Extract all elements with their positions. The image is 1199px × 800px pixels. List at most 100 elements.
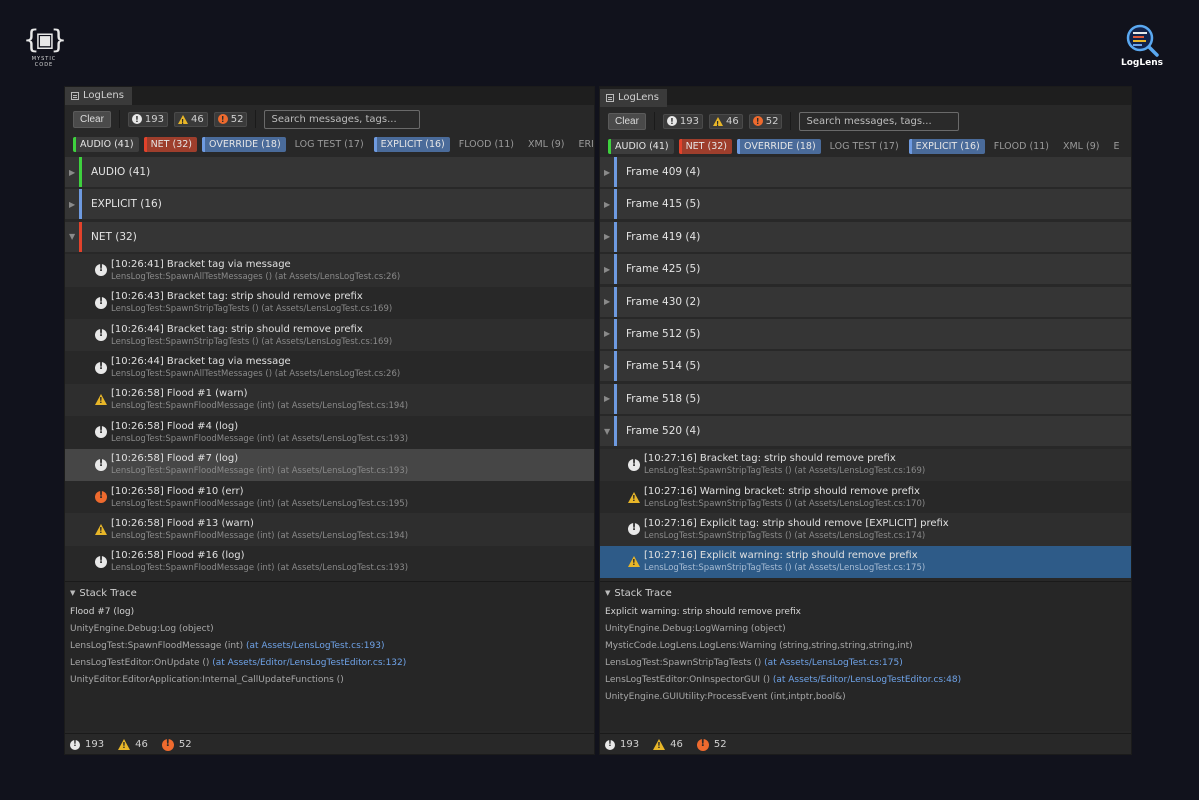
entry-icon-wrap [91, 425, 111, 439]
frame-source-link[interactable]: (at Assets/LensLogTest.cs:193) [246, 641, 385, 651]
tag-chip-xml[interactable]: XML (9) [524, 137, 569, 152]
log-entry[interactable]: [10:26:58] Flood #1 (warn)LensLogTest:Sp… [65, 383, 594, 417]
entry-message: [10:26:44] Bracket tag via message [111, 356, 291, 368]
chevron-right-icon[interactable]: ▶ [600, 265, 614, 274]
tag-chip-flood[interactable]: FLOOD (11) [455, 137, 519, 152]
entry-message: [10:26:58] Flood #16 (log) [111, 550, 245, 562]
group-header[interactable]: ▶ Frame 430 (2) [600, 286, 1131, 317]
group-header[interactable]: ▶ Frame 409 (4) [600, 157, 1131, 187]
log-entry[interactable]: [10:27:16] Explicit tag: strip should re… [600, 513, 1131, 546]
group-header[interactable]: ▶ Frame 512 (5) [600, 318, 1131, 349]
entry-text: [10:26:44] Bracket tag: strip should rem… [111, 323, 392, 348]
frame-source-link[interactable]: (at Assets/Editor/LensLogTestEditor.cs:4… [773, 675, 961, 685]
group-header[interactable]: ▼ Frame 520 (4) [600, 416, 1131, 447]
chevron-down-icon[interactable]: ▼ [605, 589, 610, 597]
frame-source-link[interactable]: (at Assets/Editor/LensLogTestEditor.cs:1… [212, 658, 406, 668]
warn-count-toggle[interactable]: 46 [709, 113, 743, 131]
chevron-right-icon[interactable]: ▶ [65, 168, 79, 177]
entry-text: [10:26:58] Flood #13 (warn) LensLogTest:S… [111, 517, 408, 542]
window-tab[interactable]: LogLens [65, 87, 132, 105]
log-entry[interactable]: [10:26:58] Flood #4 (log)LensLogTest:Spa… [65, 416, 594, 449]
group-color-bar [614, 286, 617, 317]
log-entry[interactable]: [10:26:41] Bracket tag via messageLensLo… [65, 254, 594, 287]
clear-button[interactable]: Clear [73, 110, 111, 128]
chevron-right-icon[interactable]: ▶ [600, 200, 614, 209]
chevron-down-icon[interactable]: ▼ [600, 427, 614, 436]
log-entry[interactable]: [10:26:58] Flood #7 (log)LensLogTest:Spa… [65, 448, 594, 481]
tag-chip-eri[interactable]: ERI [574, 137, 594, 152]
group-header[interactable]: ▶ Frame 415 (5) [600, 189, 1131, 220]
loglens-label: LogLens [1121, 58, 1163, 68]
log-entry[interactable]: [10:27:16] Explicit warning: strip shoul… [600, 545, 1131, 579]
group-header[interactable]: ▶ Frame 419 (4) [600, 221, 1131, 252]
toolbar-divider [255, 110, 257, 128]
log-count-toggle[interactable]: 193 [662, 113, 703, 129]
error-count-toggle[interactable]: 52 [213, 111, 248, 127]
group-header[interactable]: ▶ Frame 518 (5) [600, 383, 1131, 414]
entry-source: LensLogTest:SpawnFloodMessage (int) (at … [111, 530, 409, 541]
tag-chip-explicit[interactable]: EXPLICIT (16) [908, 138, 985, 154]
search-input[interactable] [799, 111, 960, 131]
chevron-right-icon[interactable]: ▶ [65, 200, 79, 209]
log-list[interactable]: ▶ AUDIO (41) ▶ EXPLICIT (16) ▼ NET (32) [10:26… [65, 157, 594, 579]
warn-count-toggle[interactable]: 46 [174, 111, 208, 129]
log-count-toggle[interactable]: 193 [127, 111, 168, 127]
log-entry[interactable]: [10:26:44] Bracket tag via messageLensLo… [65, 351, 594, 384]
chevron-down-icon[interactable]: ▼ [65, 232, 79, 241]
entry-text: [10:26:41] Bracket tag via message LensLo… [111, 258, 400, 283]
chevron-down-icon[interactable]: ▼ [70, 589, 75, 597]
search-input[interactable] [264, 109, 421, 129]
group-header[interactable]: ▶ AUDIO (41) [65, 157, 594, 187]
status-log-count: 193 [85, 739, 105, 750]
tag-chip-net[interactable]: NET (32) [678, 138, 733, 154]
chevron-right-icon[interactable]: ▶ [600, 329, 614, 338]
group-header[interactable]: ▶ Frame 514 (5) [600, 351, 1131, 382]
clear-button[interactable]: Clear [608, 112, 646, 130]
tag-chip-flood[interactable]: FLOOD (11) [990, 139, 1054, 154]
tag-chip-audio[interactable]: AUDIO (41) [73, 136, 139, 152]
stack-frame: UnityEngine.Debug:LogWarning (object) [605, 624, 1126, 638]
chevron-right-icon[interactable]: ▶ [600, 168, 614, 177]
group-header[interactable]: ▶ EXPLICIT (16) [65, 189, 594, 220]
tag-chip-override[interactable]: OVERRIDE (18) [202, 136, 286, 152]
tag-chip-e[interactable]: E [1109, 139, 1124, 154]
group-header[interactable]: ▼ NET (32) [65, 221, 594, 252]
chevron-right-icon[interactable]: ▶ [600, 394, 614, 403]
stack-trace-header[interactable]: ▼ Stack Trace [70, 586, 589, 600]
entry-message: [10:26:41] Bracket tag via message [111, 258, 291, 270]
chevron-right-icon[interactable]: ▶ [600, 232, 614, 241]
tag-chip-xml[interactable]: XML (9) [1059, 139, 1104, 154]
log-entry[interactable]: [10:27:16] Warning bracket: strip should… [600, 480, 1131, 514]
log-entry[interactable]: [10:26:58] Flood #10 (err)LensLogTest:Sp… [65, 480, 594, 514]
entry-text: [10:26:43] Bracket tag: strip should rem… [111, 290, 392, 315]
tag-chip-audio[interactable]: AUDIO (41) [608, 138, 674, 154]
stack-trace-panel: ▼ Stack Trace Explicit warning: strip shou… [600, 581, 1131, 731]
log-entry[interactable]: [10:27:16] Bracket tag: strip should rem… [600, 448, 1131, 481]
toolbar-divider [118, 110, 120, 128]
log-entry[interactable]: [10:26:44] Bracket tag: strip should rem… [65, 318, 594, 352]
chevron-right-icon[interactable]: ▶ [600, 297, 614, 306]
window-tab[interactable]: LogLens [600, 89, 667, 107]
tag-chip-override[interactable]: OVERRIDE (18) [737, 138, 821, 154]
stack-frame: UnityEditor.EditorApplication:Internal_C… [70, 675, 589, 689]
tag-chip-net[interactable]: NET (32) [143, 136, 198, 152]
entry-message: [10:26:58] Flood #1 (warn) [111, 388, 248, 400]
warning-icon [653, 739, 666, 750]
chevron-right-icon[interactable]: ▶ [600, 362, 614, 371]
log-icon [628, 458, 640, 471]
error-count: 52 [230, 113, 244, 125]
log-entry[interactable]: [10:26:58] Flood #13 (warn)LensLogTest:S… [65, 513, 594, 546]
cube-logo-icon: {▣} [23, 25, 67, 55]
stack-trace-header[interactable]: ▼ Stack Trace [605, 586, 1126, 600]
log-list[interactable]: ▶ Frame 409 (4) ▶ Frame 415 (5) ▶ Frame 419 (… [600, 157, 1131, 579]
group-header[interactable]: ▶ Frame 425 (5) [600, 254, 1131, 285]
tag-chip-log-test[interactable]: LOG TEST (17) [291, 137, 369, 152]
entry-icon-wrap [91, 263, 111, 277]
error-count-toggle[interactable]: 52 [748, 113, 783, 129]
tag-chip-explicit[interactable]: EXPLICIT (16) [373, 136, 450, 152]
log-entry[interactable]: [10:26:43] Bracket tag: strip should rem… [65, 286, 594, 319]
warning-icon [118, 739, 131, 750]
log-entry[interactable]: [10:26:58] Flood #16 (log)LensLogTest:Sp… [65, 545, 594, 579]
frame-source-link[interactable]: (at Assets/LensLogTest.cs:175) [764, 658, 903, 668]
tag-chip-log-test[interactable]: LOG TEST (17) [826, 139, 904, 154]
